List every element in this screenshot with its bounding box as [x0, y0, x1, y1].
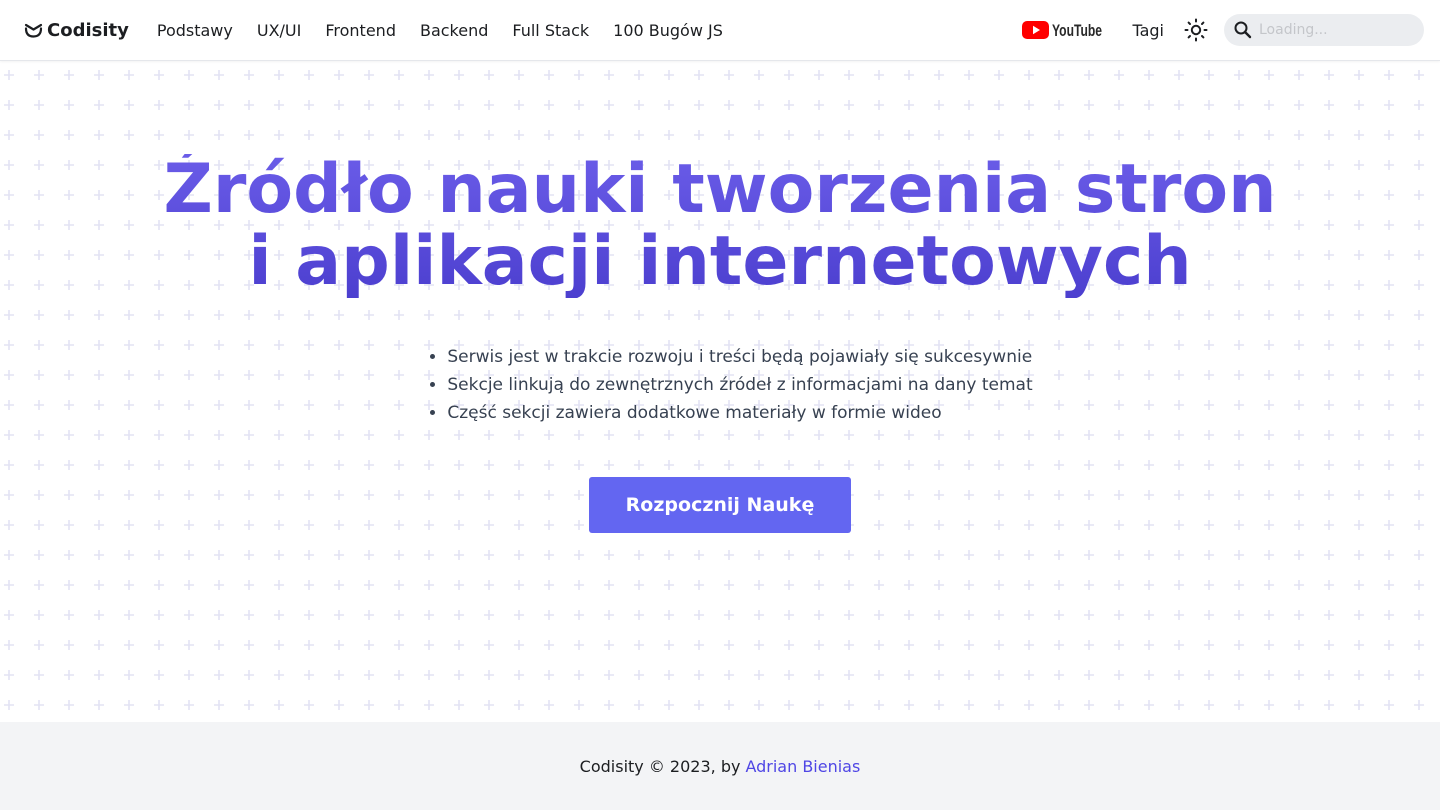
search-icon — [1234, 21, 1252, 39]
hero-feature-list: Serwis jest w trakcie rozwoju i treści b… — [427, 343, 1032, 427]
nav-link-frontend[interactable]: Frontend — [313, 17, 408, 44]
brand-name: Codisity — [47, 19, 129, 41]
sun-icon — [1184, 18, 1208, 42]
codisity-logo-icon — [24, 23, 43, 38]
theme-toggle-button[interactable] — [1180, 14, 1212, 46]
footer-author-link[interactable]: Adrian Bienias — [745, 757, 860, 776]
hero-feature-item: Część sekcji zawiera dodatkowe materiały… — [447, 399, 1032, 427]
hero-content: Źródło nauki tworzenia stron i aplikacji… — [0, 61, 1440, 533]
search-box[interactable] — [1224, 14, 1424, 46]
start-learning-button[interactable]: Rozpocznij Naukę — [589, 477, 851, 533]
youtube-icon[interactable]: YouTube — [1022, 20, 1104, 40]
nav-link-100-bugow-js[interactable]: 100 Bugów JS — [601, 17, 735, 44]
nav-link-ux-ui[interactable]: UX/UI — [245, 17, 314, 44]
youtube-link[interactable]: YouTube — [1018, 20, 1108, 40]
navbar-right: YouTube Tagi — [1018, 14, 1424, 46]
main-nav: Podstawy UX/UI Frontend Backend Full Sta… — [145, 17, 735, 44]
footer-copyright: Codisity © 2023, by — [579, 756, 741, 776]
cta-wrapper: Rozpocznij Naukę — [0, 477, 1440, 533]
hero-title-line-1: Źródło nauki tworzenia stron — [163, 150, 1277, 229]
nav-link-full-stack[interactable]: Full Stack — [500, 17, 601, 44]
youtube-wordmark: YouTube — [1052, 21, 1102, 40]
nav-link-podstawy[interactable]: Podstawy — [145, 17, 245, 44]
hero-feature-item: Sekcje linkują do zewnętrznych źródeł z … — [447, 371, 1032, 399]
nav-link-tagi[interactable]: Tagi — [1120, 17, 1176, 44]
hero-feature-item: Serwis jest w trakcie rozwoju i treści b… — [447, 343, 1032, 371]
hero-section: Źródło nauki tworzenia stron i aplikacji… — [0, 61, 1440, 722]
nav-link-backend[interactable]: Backend — [408, 17, 500, 44]
search-input[interactable] — [1259, 22, 1409, 38]
hero-title-line-2: i aplikacji internetowych — [248, 222, 1192, 301]
brand-link[interactable]: Codisity — [24, 20, 129, 41]
hero-title: Źródło nauki tworzenia stron i aplikacji… — [0, 154, 1440, 298]
navbar: Codisity Podstawy UX/UI Frontend Backend… — [0, 0, 1440, 61]
footer: Codisity © 2023, by Adrian Bienias — [0, 722, 1440, 810]
